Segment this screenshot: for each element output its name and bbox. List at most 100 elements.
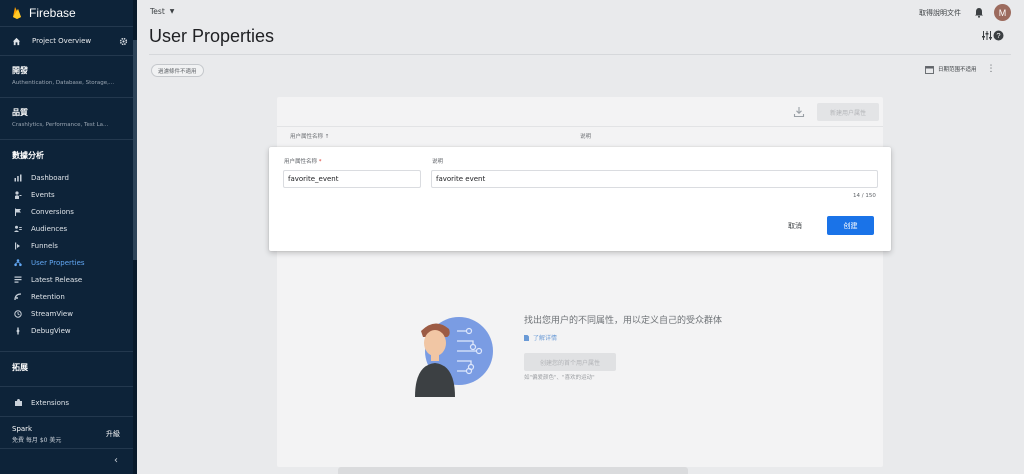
streamview-icon bbox=[14, 310, 22, 318]
divider bbox=[0, 351, 133, 352]
divider bbox=[0, 97, 133, 98]
sidebar-item-user-properties[interactable]: User Properties bbox=[14, 257, 132, 269]
description-input[interactable]: favorite event bbox=[431, 170, 878, 188]
empty-state-illustration bbox=[415, 317, 493, 397]
name-field-label: 用户属性名称 * bbox=[284, 157, 322, 165]
divider bbox=[0, 139, 133, 140]
help-icon[interactable]: ? bbox=[993, 30, 1004, 41]
column-header-description: 说明 bbox=[580, 134, 592, 140]
collapse-sidebar-button[interactable]: ‹ bbox=[114, 455, 118, 466]
extensions-icon bbox=[15, 399, 22, 406]
sidebar-section-quality[interactable]: 品質 Crashlytics, Performance, Test La... bbox=[12, 107, 108, 128]
project-overview-label: Project Overview bbox=[32, 37, 92, 45]
divider bbox=[0, 386, 133, 387]
upgrade-button[interactable]: 升級 bbox=[106, 429, 120, 439]
more-vert-icon[interactable]: ⋮ bbox=[987, 64, 996, 74]
learn-more-label: 了解详情 bbox=[533, 335, 558, 342]
chevron-down-icon: ▼ bbox=[169, 8, 175, 15]
sidebar-item-label: User Properties bbox=[31, 259, 85, 267]
gear-icon[interactable] bbox=[119, 37, 128, 46]
bell-icon[interactable] bbox=[974, 7, 984, 18]
project-overview-link[interactable]: Project Overview bbox=[12, 34, 128, 48]
bottom-scroll-indicator bbox=[338, 467, 688, 474]
sidebar-item-funnels[interactable]: Funnels bbox=[14, 240, 132, 252]
sidebar-item-dashboard[interactable]: Dashboard bbox=[14, 172, 132, 184]
help-docs-link[interactable]: 取得說明文件 bbox=[919, 8, 961, 18]
sidebar-item-label: Latest Release bbox=[31, 276, 83, 284]
section-subtitle: Authentication, Database, Storage,... bbox=[12, 80, 115, 86]
name-label-text: 用户属性名称 bbox=[284, 159, 318, 165]
sidebar-item-debugview[interactable]: DebugView bbox=[14, 325, 132, 337]
funnel-icon bbox=[15, 242, 20, 250]
create-button[interactable]: 创建 bbox=[827, 216, 874, 235]
project-name: Test bbox=[150, 7, 165, 16]
download-icon[interactable] bbox=[793, 106, 805, 118]
home-icon bbox=[12, 37, 21, 45]
debug-icon bbox=[16, 327, 20, 335]
divider bbox=[277, 126, 883, 127]
sidebar-item-label: Conversions bbox=[31, 208, 74, 216]
new-user-property-dialog: 用户属性名称 * favorite_event 说明 favorite even… bbox=[269, 147, 891, 251]
divider bbox=[0, 448, 133, 449]
extend-header[interactable]: 拓展 bbox=[12, 362, 28, 373]
sidebar-item-label: Audiences bbox=[31, 225, 68, 233]
character-counter: 14 / 150 bbox=[853, 193, 876, 199]
firebase-logo-icon bbox=[13, 7, 21, 19]
events-icon bbox=[15, 191, 22, 199]
scrollbar-thumb[interactable] bbox=[133, 40, 137, 260]
sidebar-item-latest-release[interactable]: Latest Release bbox=[14, 274, 132, 286]
divider bbox=[0, 55, 133, 56]
page-title: User Properties bbox=[149, 26, 275, 46]
sidebar-item-label: Funnels bbox=[31, 242, 58, 250]
plan-detail: 免費 每月 $0 美元 bbox=[12, 437, 62, 444]
sidebar-item-extensions[interactable]: Extensions bbox=[14, 398, 69, 407]
svg-text:?: ? bbox=[996, 31, 1000, 40]
dashboard-icon bbox=[14, 174, 22, 182]
firebase-brand[interactable]: Firebase bbox=[12, 5, 76, 21]
empty-state-title: 找出您用户的不同属性，用以定义自己的受众群体 bbox=[524, 316, 723, 326]
filter-chip[interactable]: 過濾條件不適用 bbox=[151, 64, 204, 77]
calendar-icon bbox=[925, 65, 934, 74]
learn-more-link[interactable]: 了解详情 bbox=[524, 333, 557, 342]
retention-icon bbox=[14, 293, 22, 301]
divider bbox=[149, 54, 1011, 55]
project-selector[interactable]: Test ▼ bbox=[150, 7, 174, 16]
sidebar-item-audiences[interactable]: Audiences bbox=[14, 223, 132, 235]
release-icon bbox=[14, 276, 22, 283]
sidebar-scrollbar[interactable] bbox=[133, 0, 137, 474]
cancel-button[interactable]: 取消 bbox=[781, 218, 809, 234]
column-header-name[interactable]: 用户属性名称 ↑ bbox=[290, 132, 329, 140]
sidebar-item-label: Dashboard bbox=[31, 174, 69, 182]
date-range-label: 日期范围不适用 bbox=[938, 67, 977, 73]
divider bbox=[0, 416, 133, 417]
sidebar-item-streamview[interactable]: StreamView bbox=[14, 308, 132, 320]
new-user-property-button[interactable]: 新建用户属性 bbox=[817, 103, 879, 121]
plan-name: Spark bbox=[12, 425, 33, 433]
sidebar-item-label: Events bbox=[31, 191, 55, 199]
avatar[interactable]: M bbox=[994, 4, 1011, 21]
section-title: 品質 bbox=[12, 108, 28, 117]
sidebar-item-label: Retention bbox=[31, 293, 65, 301]
sidebar: Firebase Project Overview 開發 Authenticat… bbox=[0, 0, 137, 474]
document-icon bbox=[524, 334, 529, 341]
empty-state-hint: 如"偏爱颜色"、"喜欢的运动" bbox=[524, 375, 595, 381]
create-first-property-button[interactable]: 创建您的首个用户属性 bbox=[524, 353, 616, 371]
date-range-picker[interactable]: 日期范围不适用 ⋮ bbox=[925, 64, 996, 74]
audiences-icon bbox=[14, 225, 22, 232]
section-title: 開發 bbox=[12, 66, 28, 75]
analytics-header[interactable]: 數據分析 bbox=[12, 150, 44, 161]
sidebar-item-retention[interactable]: Retention bbox=[14, 291, 132, 303]
sidebar-section-develop[interactable]: 開發 Authentication, Database, Storage,... bbox=[12, 65, 114, 86]
description-field-label: 说明 bbox=[432, 159, 444, 165]
property-name-input[interactable]: favorite_event bbox=[283, 170, 421, 188]
divider bbox=[0, 26, 133, 27]
sidebar-item-conversions[interactable]: Conversions bbox=[14, 206, 132, 218]
sidebar-item-label: Extensions bbox=[31, 398, 70, 407]
required-marker: * bbox=[318, 159, 322, 165]
user-properties-icon bbox=[14, 259, 22, 267]
section-subtitle: Crashlytics, Performance, Test La... bbox=[12, 122, 109, 128]
tune-icon[interactable] bbox=[982, 30, 993, 41]
header-actions: ? bbox=[982, 30, 1004, 41]
sidebar-item-events[interactable]: Events bbox=[14, 189, 132, 201]
sidebar-item-label: DebugView bbox=[31, 327, 71, 335]
